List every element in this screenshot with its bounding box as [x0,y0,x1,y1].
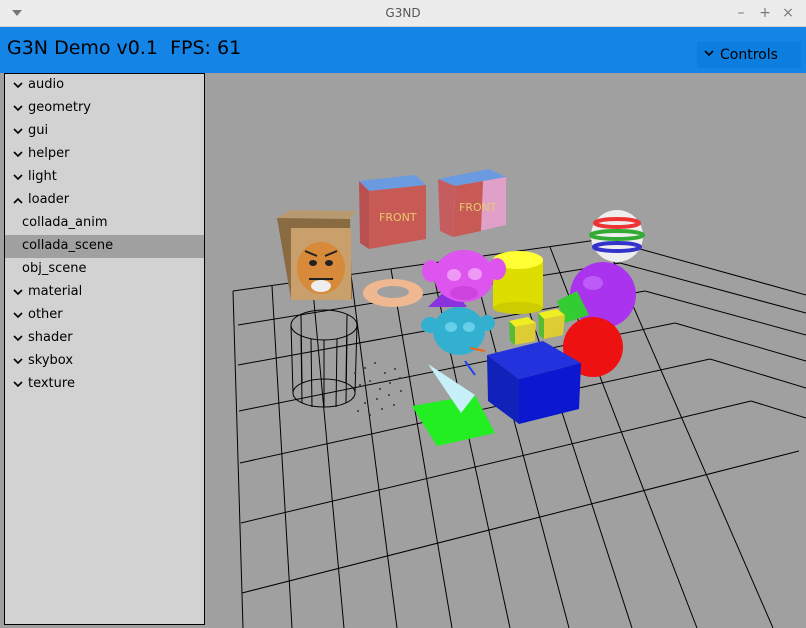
wireframe-cylinder [290,309,358,408]
app-title: G3N Demo v0.1 FPS: 61 [7,37,242,59]
sidebar-item-label: texture [28,376,75,391]
torus [363,279,423,307]
scene-canvas: FRONT FRONT [232,169,806,628]
sidebar-item-label: light [28,169,57,184]
chevron-down-icon [13,312,23,319]
chevron-down-icon [13,381,23,388]
sidebar-item-label: material [28,284,83,299]
sidebar-item-obj-scene[interactable]: obj_scene [5,258,204,281]
chevron-down-icon [13,335,23,342]
chevron-down-icon [13,289,23,296]
tiger-textured-cube [277,210,356,300]
app-header: G3N Demo v0.1 FPS: 61 [0,27,806,73]
green-plane [412,395,495,446]
sidebar-item-light[interactable]: light [5,166,204,189]
maximize-icon[interactable]: + [756,4,774,22]
chevron-down-icon [13,174,23,181]
sidebar-item-skybox[interactable]: skybox [5,350,204,373]
window-title: G3ND [385,6,421,20]
sidebar-item-audio[interactable]: audio [5,74,204,97]
sidebar-item-gui[interactable]: gui [5,120,204,143]
front-cube-red: FRONT [359,175,426,249]
sidebar-item-collada-scene[interactable]: collada_scene [5,235,204,258]
sidebar-item-label: other [28,307,63,322]
sidebar-item-material[interactable]: material [5,281,204,304]
controls-button[interactable]: Controls [697,42,801,68]
chevron-up-icon [13,197,23,204]
sidebar-item-shader[interactable]: shader [5,327,204,350]
chevron-down-icon [13,151,23,158]
sidebar-item-label: shader [28,330,73,345]
controls-label: Controls [720,47,778,63]
chevron-down-icon [13,128,23,135]
sidebar-item-collada-anim[interactable]: collada_anim [5,212,204,235]
sidebar-item-other[interactable]: other [5,304,204,327]
chevron-down-icon [13,82,23,89]
sidebar-item-label: audio [28,77,65,92]
window-titlebar[interactable]: G3ND – + × [0,0,806,27]
axis-line [464,360,476,376]
demo-tree-sidebar[interactable]: audio geometry gui helper light loader collada… [4,73,205,625]
striped-sphere [589,210,645,262]
sidebar-item-label: collada_anim [22,215,108,230]
sidebar-item-label: obj_scene [22,261,87,276]
chevron-down-icon [13,358,23,365]
close-icon[interactable]: × [779,4,797,22]
minimize-icon[interactable]: – [732,4,750,22]
sidebar-item-helper[interactable]: helper [5,143,204,166]
sidebar-item-label: loader [28,192,70,207]
point-cloud [352,362,402,416]
chevron-down-icon [13,105,23,112]
purple-sphere [570,262,636,328]
sidebar-item-texture[interactable]: texture [5,373,204,396]
chevron-down-icon [704,50,714,57]
sidebar-item-label: helper [28,146,70,161]
sidebar-item-label: collada_scene [22,238,114,253]
app-window: G3ND – + × G3N Demo v0.1 FPS: 61 Control… [0,0,806,628]
3d-viewport[interactable]: FRONT FRONT [205,73,806,628]
cube-front-label: FRONT [459,201,497,214]
front-cube-pink: FRONT [438,169,506,237]
sidebar-item-label: geometry [28,100,92,115]
sidebar-item-loader[interactable]: loader [5,189,204,212]
cyan-monkey-head [421,307,495,355]
sidebar-item-geometry[interactable]: geometry [5,97,204,120]
sidebar-item-label: skybox [28,353,74,368]
sidebar-item-label: gui [28,123,49,138]
cube-front-label: FRONT [379,211,417,224]
